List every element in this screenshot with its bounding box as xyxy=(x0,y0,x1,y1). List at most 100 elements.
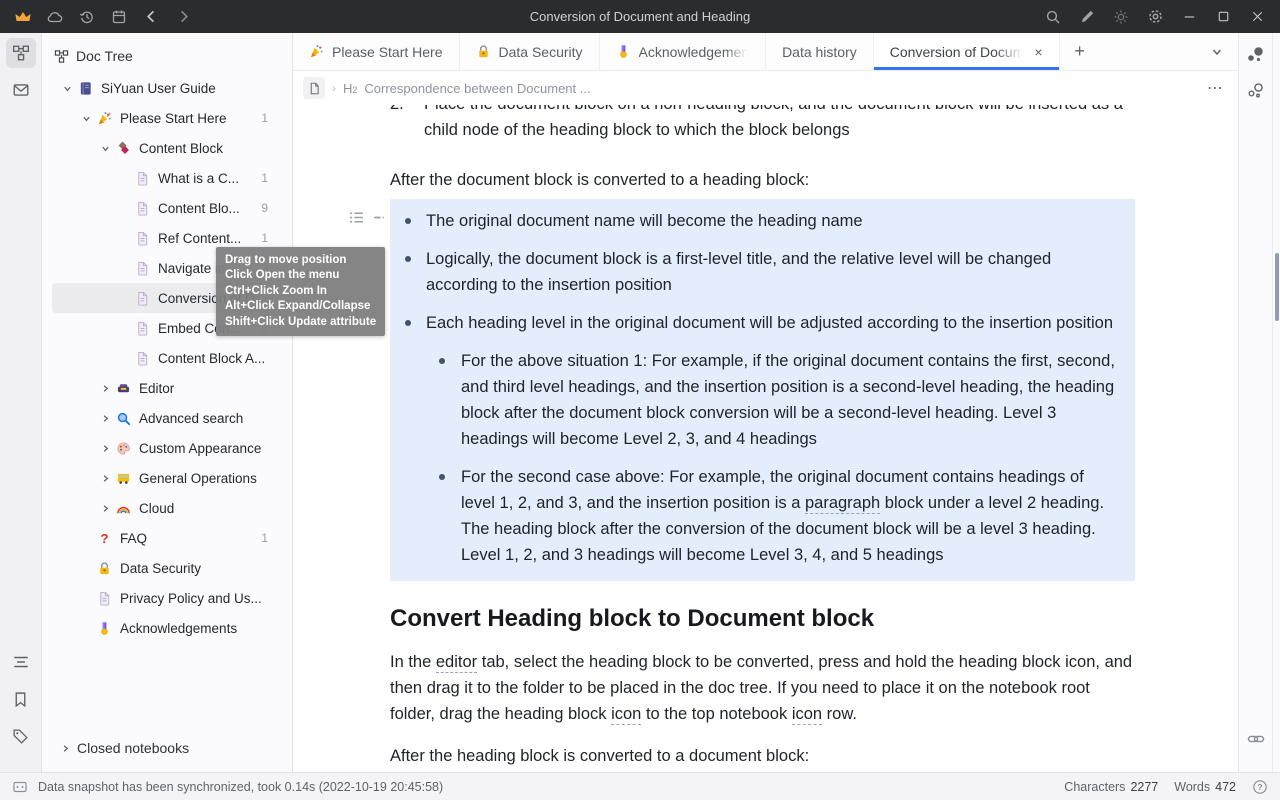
list-item[interactable]: The original document name will become t… xyxy=(390,208,1119,234)
doc-tree-dock-icon[interactable] xyxy=(6,38,36,68)
inbox-mail-icon[interactable] xyxy=(6,75,36,105)
outline-dock-icon[interactable] xyxy=(6,647,36,677)
section-heading[interactable]: Convert Heading block to Document block xyxy=(390,603,1135,635)
list-block-gutter-icon[interactable] xyxy=(348,209,365,226)
minimize-icon[interactable] xyxy=(1176,5,1202,29)
chevron-down-icon[interactable] xyxy=(95,140,115,156)
tree-item-doc[interactable]: What is a C... 1 xyxy=(42,163,292,193)
virtual-reference[interactable]: editor xyxy=(436,653,477,673)
nested-list-item[interactable]: For the above situation 1: For example, … xyxy=(390,348,1119,452)
list-item[interactable]: Logically, the document block is a first… xyxy=(390,246,1119,298)
tree-item-count: 1 xyxy=(261,531,292,545)
virtual-reference[interactable]: paragraph xyxy=(805,494,880,514)
gear-icon[interactable] xyxy=(1142,5,1168,29)
daily-note-icon[interactable] xyxy=(106,5,132,29)
new-tab-button[interactable]: + xyxy=(1060,33,1100,70)
close-icon[interactable] xyxy=(1244,5,1270,29)
list-item[interactable]: Each heading level in the original docum… xyxy=(390,310,1119,336)
tree-item-doc[interactable]: Data Security xyxy=(42,553,292,583)
back-icon[interactable] xyxy=(138,5,164,29)
paragraph[interactable]: After the document block is converted to… xyxy=(390,167,1135,193)
tree-item-label: Content Blo... xyxy=(158,201,240,216)
edit-pencil-icon[interactable] xyxy=(1074,5,1100,29)
chevron-down-icon[interactable] xyxy=(57,80,77,96)
bookmark-dock-icon[interactable] xyxy=(6,684,36,714)
bus-icon xyxy=(115,470,131,486)
file-icon xyxy=(96,590,112,606)
tree-item-label: Editor xyxy=(139,381,174,396)
tree-item-doc[interactable]: Content Block A... xyxy=(42,343,292,373)
tree-item-doc[interactable]: Editor xyxy=(42,373,292,403)
tree-item-doc[interactable]: Content Blo... 9 xyxy=(42,193,292,223)
highlighted-list-block[interactable]: The original document name will become t… xyxy=(390,199,1135,581)
backlink-chain-icon[interactable] xyxy=(1241,724,1271,754)
tree-item-doc[interactable]: Acknowledgements xyxy=(42,613,292,643)
tree-item-doc[interactable]: Please Start Here 1 xyxy=(42,103,292,133)
document-page-icon[interactable] xyxy=(303,77,325,99)
virtual-reference[interactable]: icon xyxy=(792,705,822,725)
tree-item-doc[interactable]: Content Block xyxy=(42,133,292,163)
list-item-text: Place the document block on a non-headin… xyxy=(424,105,1135,143)
caret-spacer xyxy=(76,620,96,636)
chevron-right-icon[interactable] xyxy=(95,500,115,516)
chevron-right-icon[interactable] xyxy=(95,380,115,396)
tab-conversion-active[interactable]: Conversion of Docum × xyxy=(874,33,1060,70)
tab-list-chevron-icon[interactable] xyxy=(1196,33,1238,70)
tree-item-doc[interactable]: Privacy Policy and Us... xyxy=(42,583,292,613)
maximize-icon[interactable] xyxy=(1210,5,1236,29)
chevron-right-icon[interactable] xyxy=(95,410,115,426)
chevron-right-icon xyxy=(60,743,71,754)
party-popper-icon xyxy=(309,44,324,59)
help-icon[interactable]: ? xyxy=(1252,779,1268,795)
tree-item-doc[interactable]: Cloud xyxy=(42,493,292,523)
scrollbar-thumb[interactable] xyxy=(1275,253,1279,321)
crown-membership-icon[interactable] xyxy=(10,5,36,29)
tree-item-label: Acknowledgements xyxy=(120,621,237,636)
file-icon xyxy=(134,290,150,306)
medal-icon xyxy=(616,44,631,59)
global-graph-icon[interactable] xyxy=(1241,76,1271,106)
tree-item-notebook[interactable]: SiYuan User Guide xyxy=(42,73,292,103)
tree-item-label: Content Block xyxy=(139,141,223,156)
forward-icon[interactable] xyxy=(170,5,196,29)
tree-item-doc[interactable]: Custom Appearance xyxy=(42,433,292,463)
chevron-right-icon[interactable] xyxy=(95,470,115,486)
drag-handle-icon[interactable] xyxy=(371,209,388,226)
titlebar-left-group xyxy=(10,5,196,29)
heading-level-tag: H2 xyxy=(343,81,357,96)
breadcrumb-text[interactable]: Correspondence between Document ... xyxy=(364,81,590,96)
chevron-right-icon[interactable] xyxy=(95,440,115,456)
tab-acknowledgements[interactable]: Acknowledgemen xyxy=(600,33,767,70)
tree-item-doc[interactable]: ? FAQ 1 xyxy=(42,523,292,553)
cloud-sync-icon[interactable] xyxy=(42,5,68,29)
editor-viewport[interactable]: 2. Place the document block on a non-hea… xyxy=(293,105,1238,772)
tree-item-label: Advanced search xyxy=(139,411,243,426)
theme-sun-icon[interactable] xyxy=(1108,5,1134,29)
search-icon[interactable] xyxy=(1040,5,1066,29)
closed-notebooks-label: Closed notebooks xyxy=(77,740,189,756)
chevron-down-icon[interactable] xyxy=(76,110,96,126)
tag-dock-icon[interactable] xyxy=(6,721,36,751)
more-options-icon[interactable]: ⋯ xyxy=(1207,78,1224,98)
paragraph[interactable]: After the heading block is converted to … xyxy=(390,743,1135,769)
doc-tree-panel: Doc Tree SiYuan User Guide Please Start … xyxy=(42,33,293,772)
tree-item-doc[interactable]: Advanced search xyxy=(42,403,292,433)
graph-view-icon[interactable] xyxy=(1241,40,1271,70)
paragraph[interactable]: In the editor tab, select the heading bl… xyxy=(390,649,1135,727)
tab-please-start-here[interactable]: Please Start Here xyxy=(293,33,460,70)
nested-list-item[interactable]: For the second case above: For example, … xyxy=(390,464,1119,568)
scrollbar-track[interactable] xyxy=(1272,33,1280,772)
file-icon xyxy=(134,230,150,246)
ordered-list-item[interactable]: 2. Place the document block on a non-hea… xyxy=(390,105,1135,143)
virtual-reference[interactable]: icon xyxy=(611,705,641,725)
tab-data-security[interactable]: Data Security xyxy=(460,33,600,70)
snapshot-icon xyxy=(12,779,28,795)
tab-label: Conversion of Docum xyxy=(890,44,1025,60)
tab-data-history[interactable]: Data history xyxy=(766,33,874,70)
closed-notebooks-toggle[interactable]: Closed notebooks xyxy=(42,732,292,772)
history-icon[interactable] xyxy=(74,5,100,29)
tree-item-doc[interactable]: General Operations xyxy=(42,463,292,493)
titlebar-right-group xyxy=(1040,5,1270,29)
tab-close-icon[interactable]: × xyxy=(1034,44,1042,60)
status-right-group: Characters2277 Words472 ? xyxy=(1064,779,1268,795)
